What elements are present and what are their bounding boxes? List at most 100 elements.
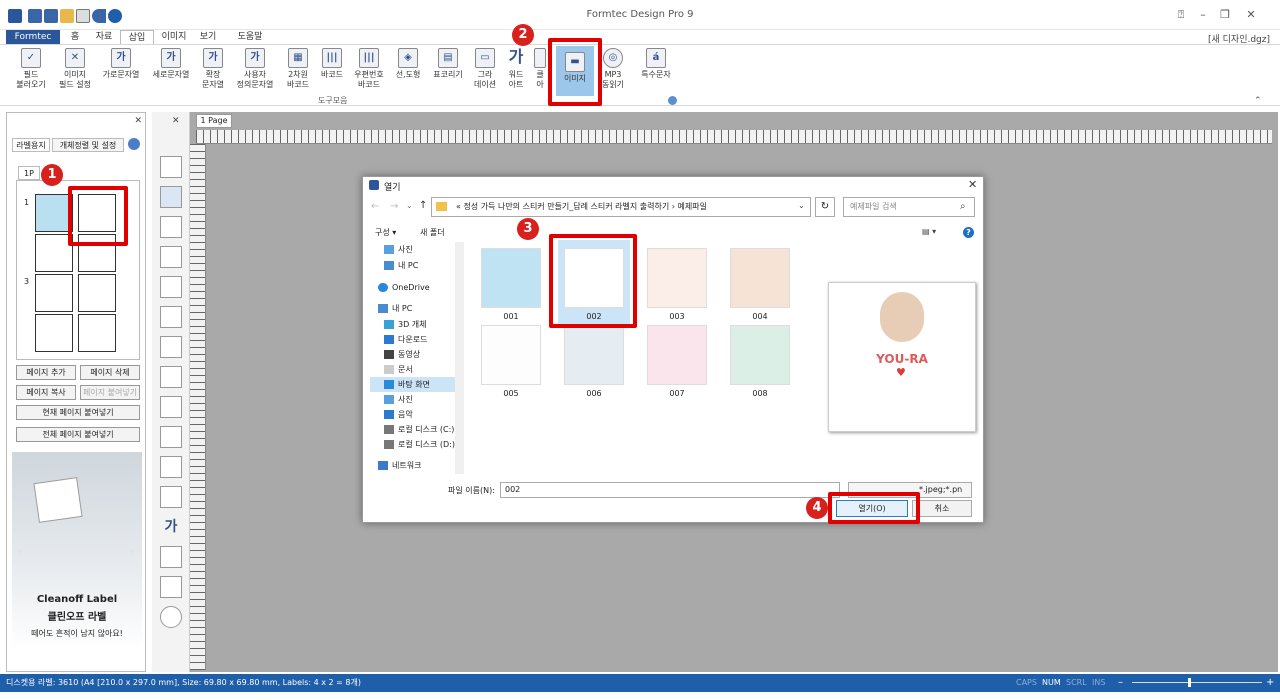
- tool-gradient-icon[interactable]: [160, 486, 182, 508]
- back-arrow-icon[interactable]: ←: [371, 201, 379, 212]
- panel-close-icon[interactable]: ✕: [12, 116, 142, 128]
- nav-drive-c[interactable]: 로컬 디스크 (C:): [370, 422, 456, 437]
- tool-table-icon[interactable]: [160, 456, 182, 478]
- file-thumbnail-006[interactable]: [564, 325, 624, 385]
- circle-icon[interactable]: [108, 9, 122, 23]
- refresh-icon[interactable]: ↻: [815, 197, 835, 217]
- tool-qrcode-icon[interactable]: [160, 336, 182, 358]
- minimize-icon[interactable]: –: [1194, 7, 1212, 23]
- add-page-button[interactable]: 페이지 추가: [16, 365, 76, 380]
- menu-view[interactable]: 보기: [196, 30, 220, 44]
- menu-formtec[interactable]: Formtec: [6, 30, 60, 44]
- shape-button[interactable]: ◈ 선,도형: [392, 48, 424, 80]
- help-icon[interactable]: ⍰: [1172, 7, 1190, 23]
- organize-button[interactable]: 구성 ▾: [375, 227, 396, 238]
- vertical-text-button[interactable]: 가 세로문자열: [148, 48, 194, 80]
- address-bar[interactable]: « 정성 가득 나만의 스티커 만들기_답례 스티커 라벨지 출력하기 › 예제…: [431, 197, 811, 217]
- group-expand-icon[interactable]: [668, 96, 677, 105]
- page-tab[interactable]: 1 Page: [196, 114, 232, 128]
- toolstrip-close-icon[interactable]: ✕: [172, 116, 180, 126]
- nav-videos[interactable]: 동영상: [370, 347, 456, 362]
- search-input[interactable]: 예제파일 검색: [843, 197, 975, 217]
- new-folder-button[interactable]: 새 폴더: [420, 227, 445, 238]
- custom-text-button[interactable]: 가 사용자 정의문자열: [232, 48, 278, 90]
- nav-downloads[interactable]: 다운로드: [370, 332, 456, 347]
- zoom-slider[interactable]: [1132, 682, 1262, 683]
- tool-image-field-icon[interactable]: [160, 186, 182, 208]
- postal-barcode-button[interactable]: ||| 우편번호 바코드: [350, 48, 388, 90]
- paste-current-page-button[interactable]: 현재 페이지 붙여넣기: [16, 405, 140, 420]
- tool-ext-text-icon[interactable]: [160, 276, 182, 298]
- label-cell-6[interactable]: [78, 274, 116, 312]
- nav-documents[interactable]: 문서: [370, 362, 456, 377]
- nav-desktop[interactable]: 바탕 화면: [370, 377, 456, 392]
- save-as-icon[interactable]: [44, 9, 58, 23]
- copy-page-button[interactable]: 페이지 복사: [16, 385, 76, 400]
- tool-custom-text-icon[interactable]: [160, 306, 182, 328]
- label-cell-7[interactable]: [35, 314, 73, 352]
- file-thumbnail-007[interactable]: [647, 325, 707, 385]
- menu-help[interactable]: 도움말: [232, 30, 268, 44]
- menu-insert[interactable]: 삽입: [120, 30, 154, 44]
- file-thumbnail-008[interactable]: [730, 325, 790, 385]
- image-field-button[interactable]: ✕ 이미지 필드 설정: [54, 48, 96, 90]
- table-button[interactable]: ▤ 표코리기: [428, 48, 468, 80]
- undo-icon[interactable]: [92, 9, 106, 23]
- zoom-in-icon[interactable]: +: [1266, 674, 1274, 692]
- tool-postal-barcode-icon[interactable]: [160, 396, 182, 418]
- menu-image[interactable]: 이미지: [158, 30, 190, 44]
- clipart-button[interactable]: 클 아: [532, 48, 548, 90]
- tool-clipart-icon[interactable]: [160, 546, 182, 568]
- delete-page-button[interactable]: 페이지 삭제: [80, 365, 140, 380]
- address-dropdown-icon[interactable]: ⌄: [798, 201, 805, 210]
- file-thumbnail-004[interactable]: [730, 248, 790, 308]
- recent-chevron-icon[interactable]: ⌄: [406, 201, 413, 210]
- menu-data[interactable]: 자료: [92, 30, 116, 44]
- ad-prev-icon[interactable]: ‹: [18, 546, 22, 557]
- file-thumbnail-005[interactable]: [481, 325, 541, 385]
- dialog-close-icon[interactable]: ✕: [968, 178, 977, 191]
- tool-field-icon[interactable]: [160, 156, 182, 178]
- tool-disc-icon[interactable]: [160, 606, 182, 628]
- zoom-out-icon[interactable]: –: [1118, 674, 1123, 692]
- label-cell-5[interactable]: [35, 274, 73, 312]
- mp3-button[interactable]: ◎ MP3 동읽기: [598, 48, 628, 90]
- nav-drive-d[interactable]: 로컬 디스크 (D:): [370, 437, 456, 452]
- nav-mypc[interactable]: 내 PC: [370, 301, 456, 316]
- filename-input[interactable]: 002: [500, 482, 840, 498]
- forward-arrow-icon[interactable]: →: [390, 201, 398, 212]
- panel-nav-icon[interactable]: [128, 138, 140, 150]
- nav-music[interactable]: 음악: [370, 407, 456, 422]
- ad-next-icon[interactable]: ›: [130, 546, 134, 557]
- tool-htext-icon[interactable]: [160, 216, 182, 238]
- paste-all-pages-button[interactable]: 전체 페이지 붙여넣기: [16, 427, 140, 442]
- nav-mypc-pinned[interactable]: 내 PC: [370, 258, 456, 273]
- restore-icon[interactable]: ❐: [1216, 7, 1234, 23]
- paste-page-button[interactable]: 페이지 붙여넣기: [80, 385, 140, 400]
- menu-home[interactable]: 홈: [66, 30, 84, 44]
- print-preview-icon[interactable]: [76, 9, 90, 23]
- nav-photos[interactable]: 사진: [370, 392, 456, 407]
- nav-scrollbar[interactable]: [455, 242, 464, 474]
- extended-text-button[interactable]: 가 확장 문자열: [196, 48, 230, 90]
- qrcode-button[interactable]: ▦ 2차원 바코드: [282, 48, 314, 90]
- file-thumbnail-003[interactable]: [647, 248, 707, 308]
- page-tab-1p[interactable]: 1P: [18, 166, 40, 180]
- tool-shape-icon[interactable]: [160, 426, 182, 448]
- file-thumbnail-001[interactable]: [481, 248, 541, 308]
- up-arrow-icon[interactable]: ↑: [419, 200, 427, 211]
- tool-image-icon[interactable]: [160, 576, 182, 598]
- close-icon[interactable]: ✕: [1242, 7, 1260, 23]
- zoom-slider-thumb[interactable]: [1188, 678, 1191, 687]
- cancel-button[interactable]: 취소: [912, 500, 972, 517]
- field-load-button[interactable]: ✓ 필드 불러오기: [10, 48, 52, 90]
- horizontal-text-button[interactable]: 가 가로문자열: [98, 48, 144, 80]
- nav-network[interactable]: 네트워크: [370, 458, 456, 473]
- wordart-button[interactable]: 가 워드 아트: [502, 48, 530, 90]
- tab-object-align[interactable]: 개체정렬 및 설정: [52, 138, 124, 152]
- nav-onedrive[interactable]: OneDrive: [370, 280, 456, 295]
- tool-barcode-icon[interactable]: [160, 366, 182, 388]
- open-folder-icon[interactable]: [60, 9, 74, 23]
- save-icon[interactable]: [28, 9, 42, 23]
- view-options-icon[interactable]: ▤ ▾: [922, 227, 942, 237]
